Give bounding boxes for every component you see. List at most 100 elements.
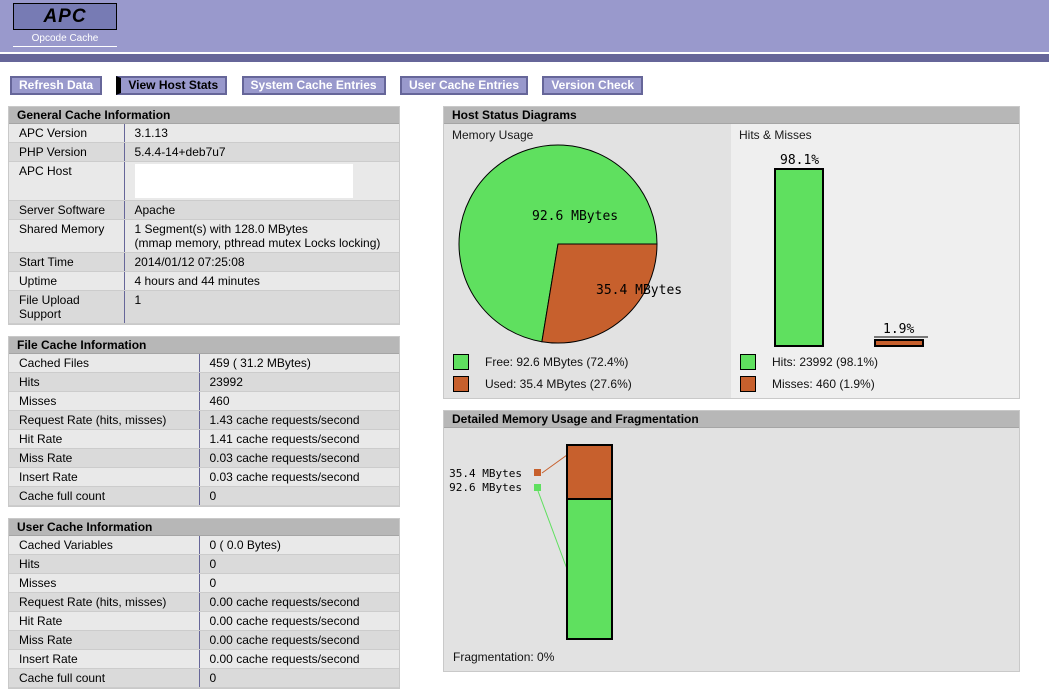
row-label: Cache full count: [9, 668, 200, 688]
table-row: Uptime 4 hours and 44 minutes: [9, 271, 399, 291]
table-row: Hits 23992: [9, 372, 399, 392]
misses-swatch-icon: [740, 376, 756, 392]
file-cache-table: Cached Files 459 ( 31.2 MBytes) Hits 23992 M…: [9, 354, 399, 506]
user-cache-info-section: User Cache Information Cached Variables 0…: [8, 518, 400, 689]
used-leader-line: [541, 454, 568, 474]
row-label: Uptime: [9, 271, 125, 291]
table-row: Misses 460: [9, 391, 399, 411]
table-row: Insert Rate 0.00 cache requests/second: [9, 649, 399, 669]
row-label: Miss Rate: [9, 448, 200, 468]
row-label: Misses: [9, 573, 200, 593]
table-row: Request Rate (hits, misses) 1.43 cache re…: [9, 410, 399, 430]
nav-button-view-host-stats[interactable]: View Host Stats: [116, 76, 228, 95]
row-value: Apache: [124, 200, 399, 220]
table-row: File Upload Support 1: [9, 290, 399, 324]
row-label: Server Software: [9, 200, 125, 220]
row-label: Hits: [9, 554, 200, 574]
legend-label: Used: 35.4 MBytes (27.6%): [485, 377, 632, 391]
row-value: 3.1.13: [124, 124, 399, 143]
table-row: Cached Files 459 ( 31.2 MBytes): [9, 354, 399, 373]
row-label: Shared Memory: [9, 219, 125, 253]
nav-button-refresh-data[interactable]: Refresh Data: [10, 76, 103, 95]
free-marker-icon: [534, 484, 541, 491]
table-row: PHP Version 5.4.4-14+deb7u7: [9, 142, 399, 162]
stacked-segment-used: [566, 444, 613, 500]
table-row: Cache full count 0: [9, 668, 399, 688]
table-row: Shared Memory 1 Segment(s) with 128.0 MBy…: [9, 219, 399, 253]
row-value: 0: [199, 554, 399, 574]
table-row: Start Time 2014/01/12 07:25:08: [9, 252, 399, 272]
apc-logo: APC: [13, 3, 117, 30]
nav-button-user-cache-entries[interactable]: User Cache Entries: [399, 76, 528, 95]
bar-label-hits: 98.1%: [780, 153, 819, 168]
segment-label-free: 92.6 MBytes: [449, 481, 522, 494]
right-column: Host Status Diagrams 92.6 MBytes 35.4 MB…: [443, 106, 1020, 683]
general-cache-table: APC Version 3.1.13 PHP Version 5.4.4-14+deb…: [9, 124, 399, 324]
row-label: APC Version: [9, 124, 125, 143]
table-row: Server Software Apache: [9, 200, 399, 220]
row-value: 460: [199, 391, 399, 411]
row-label: APC Host: [9, 161, 125, 201]
row-value: 1: [124, 290, 399, 324]
bar-hits: [774, 168, 824, 347]
row-value: 4 hours and 44 minutes: [124, 271, 399, 291]
nav-button-system-cache-entries[interactable]: System Cache Entries: [241, 76, 386, 95]
legend-item: Hits: 23992 (98.1%): [740, 354, 878, 370]
pie-label-used: 35.4 MBytes: [596, 283, 682, 298]
row-value: 0 ( 0.0 Bytes): [199, 536, 399, 555]
row-value: 0: [199, 573, 399, 593]
detailed-memory-diagram: 35.4 MBytes 92.6 MBytes: [449, 444, 613, 640]
row-value: 1.43 cache requests/second: [199, 410, 399, 430]
row-label: PHP Version: [9, 142, 125, 162]
user-cache-table: Cached Variables 0 ( 0.0 Bytes) Hits 0 Misse…: [9, 536, 399, 688]
section-title: Host Status Diagrams: [444, 107, 1019, 124]
hits-misses-panel: 98.1% 1.9% Hits & Misses Hits: 23992 (98…: [731, 124, 1019, 398]
row-value: 0: [199, 668, 399, 688]
file-cache-info-section: File Cache Information Cached Files 459 (…: [8, 336, 400, 507]
left-column: General Cache Information APC Version 3.1…: [8, 106, 400, 700]
stacked-segment-free: [566, 498, 613, 640]
legend-item: Free: 92.6 MBytes (72.4%): [453, 354, 632, 370]
row-label: Hits: [9, 372, 200, 392]
used-marker-icon: [534, 469, 541, 476]
section-title: File Cache Information: [9, 337, 399, 354]
legend-label: Misses: 460 (1.9%): [772, 377, 875, 391]
row-label: Insert Rate: [9, 467, 200, 487]
table-row: Cached Variables 0 ( 0.0 Bytes): [9, 536, 399, 555]
row-label: Misses: [9, 391, 200, 411]
memory-usage-panel: 92.6 MBytes 35.4 MBytes Memory Usage Fre…: [444, 124, 731, 398]
table-row: Insert Rate 0.03 cache requests/second: [9, 467, 399, 487]
free-leader-line: [537, 490, 568, 570]
host-status-section: Host Status Diagrams 92.6 MBytes 35.4 MB…: [443, 106, 1020, 399]
table-row: Misses 0: [9, 573, 399, 593]
hits-swatch-icon: [740, 354, 756, 370]
table-row: Hits 0: [9, 554, 399, 574]
host-status-body: 92.6 MBytes 35.4 MBytes Memory Usage Fre…: [444, 124, 1019, 398]
general-cache-info-section: General Cache Information APC Version 3.1…: [8, 106, 400, 325]
legend-label: Free: 92.6 MBytes (72.4%): [485, 355, 629, 369]
apc-logo-text: APC: [43, 5, 87, 27]
hits-misses-legend: Hits: 23992 (98.1%) Misses: 460 (1.9%): [740, 354, 878, 398]
table-row: Miss Rate 0.03 cache requests/second: [9, 448, 399, 468]
memory-usage-legend: Free: 92.6 MBytes (72.4%) Used: 35.4 MBy…: [453, 354, 632, 398]
row-value: 5.4.4-14+deb7u7: [124, 142, 399, 162]
redacted-host-value: [134, 164, 353, 198]
table-row: Hit Rate 1.41 cache requests/second: [9, 429, 399, 449]
row-label: Request Rate (hits, misses): [9, 410, 200, 430]
row-label: Hit Rate: [9, 429, 200, 449]
section-title: Detailed Memory Usage and Fragmentation: [444, 411, 1019, 428]
row-label: File Upload Support: [9, 290, 125, 324]
section-title: General Cache Information: [9, 107, 399, 124]
row-label: Cached Variables: [9, 536, 200, 555]
nav-button-version-check[interactable]: Version Check: [542, 76, 644, 95]
row-value: 0.00 cache requests/second: [199, 611, 399, 631]
row-label: Request Rate (hits, misses): [9, 592, 200, 612]
segment-label-used: 35.4 MBytes: [449, 467, 522, 480]
row-value: 0.00 cache requests/second: [199, 630, 399, 650]
nav-menu: Refresh Data View Host Stats System Cach…: [10, 76, 1049, 96]
row-label: Cache full count: [9, 486, 200, 506]
detailed-memory-section: Detailed Memory Usage and Fragmentation …: [443, 410, 1020, 672]
table-row: APC Version 3.1.13: [9, 124, 399, 143]
row-value: 0: [199, 486, 399, 506]
table-row: Cache full count 0: [9, 486, 399, 506]
